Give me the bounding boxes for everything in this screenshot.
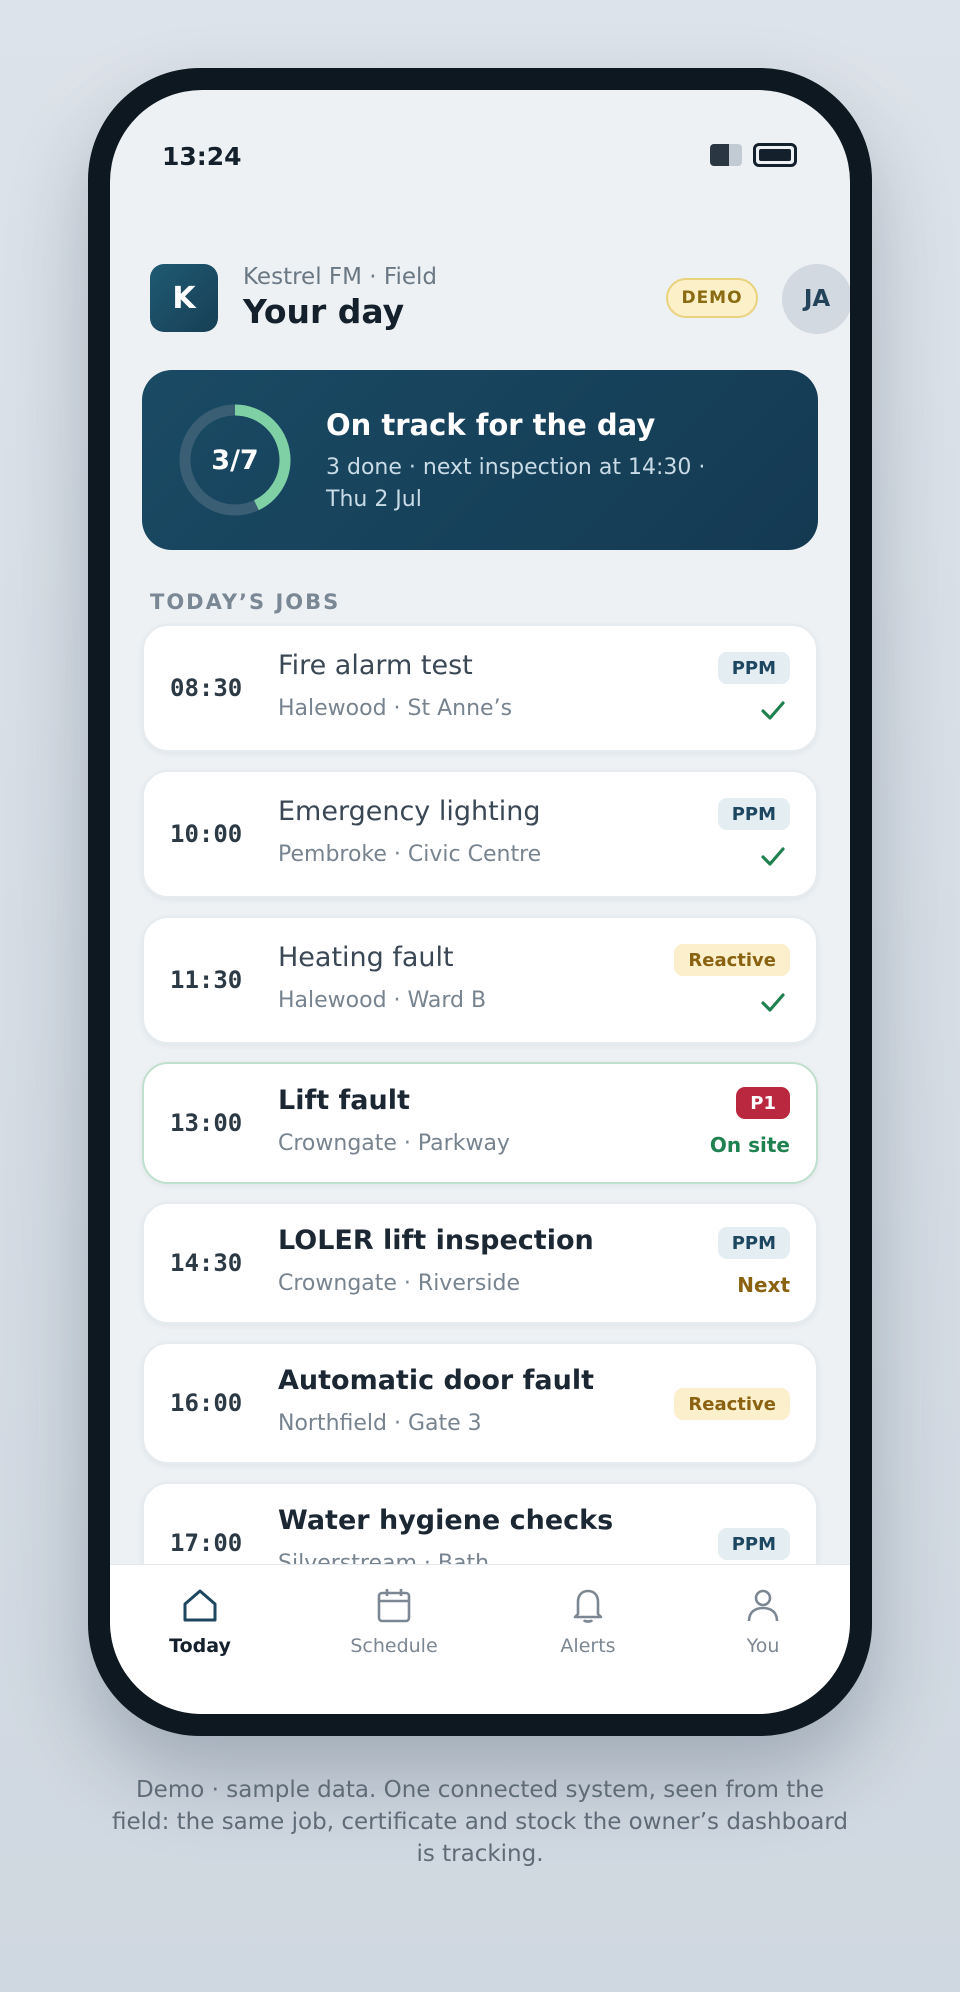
job-location: Halewood · St Anne’s [278,696,513,721]
job-status: Next [737,1273,790,1297]
job-location: Pembroke · Civic Centre [278,842,542,867]
status-time: 13:24 [162,142,242,171]
job-status: On site [709,1133,790,1157]
user-icon [747,1589,779,1622]
progress-label: 3/7 [211,444,259,476]
job-title: Lift fault [278,1085,410,1116]
job-card[interactable]: 16:00 Automatic door fault Northfield · Ga… [142,1342,818,1464]
job-location: Crowngate · Parkway [278,1131,510,1156]
check-icon [761,847,785,866]
section-label: TODAY’S JOBS [150,590,341,614]
job-time: 10:00 [170,820,243,848]
check-icon [761,993,785,1012]
summary-title: On track for the day [326,408,656,442]
tab-alerts[interactable]: Alerts [528,1585,648,1657]
job-title: Automatic door fault [278,1365,594,1396]
footer-note: Demo · sample data. One connected system… [111,1777,849,1867]
avatar[interactable]: JA [782,264,850,334]
app-logo: K [150,264,218,332]
day-summary-card[interactable]: 3/7 On track for the day 3 done · next i… [142,370,818,550]
job-type-badge: PPM [717,1528,790,1560]
tab-label: Schedule [350,1635,438,1657]
job-type-badge: PPM [717,1227,790,1259]
job-time: 14:30 [170,1249,243,1277]
job-time: 08:30 [170,674,243,702]
app-header: K Kestrel FM · Field Your day DEMO JA [150,262,850,334]
job-time: 16:00 [170,1389,243,1417]
tab-bar: Today Schedule Alerts You [110,1564,850,1714]
job-type-badge: PPM [717,798,790,830]
demo-badge: DEMO [666,278,758,318]
tab-label: Alerts [560,1635,616,1657]
phone-frame: 13:24 K Kestrel FM · Field Your day DEMO… [88,68,872,1736]
bell-icon [573,1589,603,1623]
calendar-icon [377,1589,411,1623]
job-location: Halewood · Ward B [278,988,487,1013]
job-title: LOLER lift inspection [278,1225,594,1256]
app-screen: 13:24 K Kestrel FM · Field Your day DEMO… [110,90,850,1714]
tab-today[interactable]: Today [140,1585,260,1657]
job-title: Water hygiene checks [278,1505,614,1536]
home-icon [183,1589,217,1622]
page-title: Your day [243,292,405,331]
job-title: Emergency lighting [278,796,541,827]
signal-icon [710,144,742,166]
job-location: Northfield · Gate 3 [278,1411,482,1436]
job-card[interactable]: 11:30 Heating fault Halewood · Ward B React… [142,916,818,1044]
tab-schedule[interactable]: Schedule [334,1585,454,1657]
job-title: Fire alarm test [278,650,473,681]
job-card[interactable]: 14:30 LOLER lift inspection Crowngate · Ri… [142,1202,818,1324]
tab-label: Today [169,1635,231,1657]
battery-icon [753,143,797,167]
check-icon [761,701,785,720]
tab-you[interactable]: You [703,1585,823,1657]
job-list: 08:30 Fire alarm test Halewood · St Anne’s… [142,624,818,1622]
job-time: 13:00 [170,1109,243,1137]
job-type-badge: Reactive [674,944,790,976]
job-card[interactable]: 10:00 Emergency lighting Pembroke · Civic … [142,770,818,898]
status-bar: 13:24 [110,90,850,180]
job-card[interactable]: 13:00 Lift fault Crowngate · Parkway P1 On s… [142,1062,818,1184]
job-type-badge: PPM [717,652,790,684]
job-type-badge: P1 [736,1087,790,1119]
summary-subtitle: 3 done · next inspection at 14:30 · Thu … [326,455,706,512]
job-location: Crowngate · Riverside [278,1271,520,1296]
job-title: Heating fault [278,942,454,973]
org-name: Kestrel FM · Field [243,264,437,290]
job-type-badge: Reactive [674,1388,790,1420]
job-card[interactable]: 08:30 Fire alarm test Halewood · St Anne’s… [142,624,818,752]
job-time: 11:30 [170,966,243,994]
tab-label: You [746,1635,780,1657]
